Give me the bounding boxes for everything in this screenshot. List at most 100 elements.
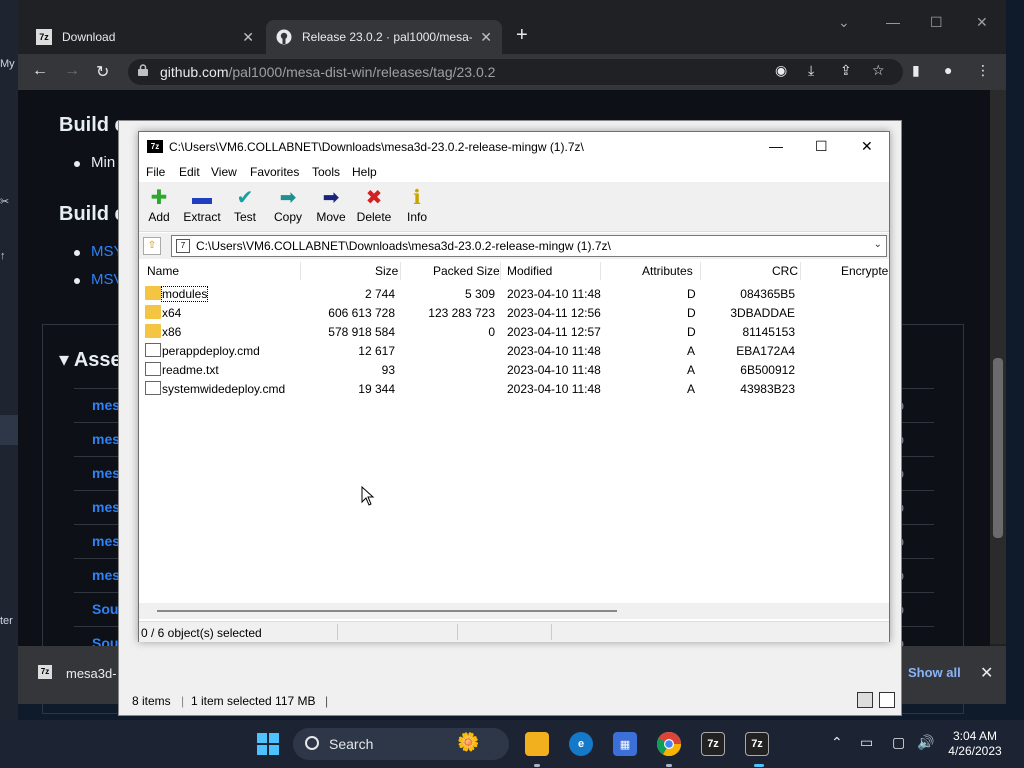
info-button[interactable]: ℹ Info (395, 186, 439, 224)
volume-icon[interactable]: 🔊 (917, 734, 934, 751)
file-row-systemwidedeploy[interactable]: systemwidedeploy.cmd 19 344 2023-04-10 1… (139, 379, 889, 398)
scroll-thumb[interactable] (993, 358, 1003, 538)
side-panel-icon[interactable]: ▮ (912, 62, 920, 79)
keyboard-icon[interactable]: ▭ (860, 734, 873, 751)
7zip-file-icon: 7z (38, 665, 52, 679)
col-size[interactable]: Size (375, 264, 398, 278)
file-row-readme[interactable]: readme.txt 93 2023-04-10 11:48 A 6B50091… (139, 360, 889, 379)
move-button[interactable]: ➡ Move (309, 186, 353, 224)
menu-file[interactable]: File (146, 165, 165, 179)
chevron-down-icon[interactable]: ⌄ (874, 239, 882, 250)
menu-view[interactable]: View (211, 165, 237, 179)
search-icon (305, 736, 319, 750)
tab-strip: 7z Download ✕ Release 23.0.2 · pal1000/m… (18, 0, 1006, 54)
page-scrollbar[interactable] (990, 90, 1006, 644)
tab-release[interactable]: Release 23.0.2 · pal1000/mesa-di ✕ (266, 20, 502, 54)
file-row-perappdeploy[interactable]: perappdeploy.cmd 12 617 2023-04-10 11:48… (139, 341, 889, 360)
tab-search-chevron-icon[interactable]: ⌄ (838, 14, 850, 31)
delete-x-icon: ✖ (365, 187, 383, 209)
close-tab-icon[interactable]: ✕ (480, 29, 492, 46)
tab-download[interactable]: 7z Download ✕ (26, 20, 264, 54)
extract-button[interactable]: ▬ Extract (180, 186, 224, 224)
desktop-fragment-top: My (0, 58, 15, 70)
taskbar-search[interactable]: Search 🌼 (293, 728, 509, 760)
menu-edit[interactable]: Edit (179, 165, 200, 179)
col-modified[interactable]: Modified (507, 264, 552, 278)
forward-arrow-icon[interactable]: → (64, 62, 80, 80)
test-button[interactable]: ✔ Test (223, 186, 267, 224)
file-row-modules[interactable]: modules 2 744 5 309 2023-04-10 11:48 D 0… (139, 284, 889, 303)
desktop-icon-fragment: ✂ (0, 196, 10, 208)
minimize-icon[interactable]: — (886, 14, 900, 30)
clock-date: 4/26/2023 (948, 744, 1002, 758)
show-all-button[interactable]: Show all (908, 665, 961, 680)
share-icon[interactable]: ⇪ (840, 62, 852, 79)
close-tab-icon[interactable]: ✕ (242, 29, 254, 46)
archive-icon: 7 (176, 239, 190, 253)
menu-help[interactable]: Help (352, 165, 377, 179)
7zip-taskbar-icon[interactable]: 7z (701, 732, 725, 756)
url-text: github.com/pal1000/mesa-dist-win/release… (160, 64, 496, 80)
menu-tools[interactable]: Tools (312, 165, 340, 179)
col-attributes[interactable]: Attributes (642, 264, 693, 278)
add-button[interactable]: ✚ Add (137, 186, 181, 224)
minimize-icon[interactable]: — (769, 138, 783, 154)
active-indicator (754, 764, 764, 767)
page-heading-build-env: Build e (59, 114, 126, 136)
check-icon: ✔ (236, 187, 254, 209)
reload-icon[interactable]: ↻ (96, 62, 109, 82)
file-explorer-icon[interactable] (525, 732, 549, 756)
mouse-cursor-icon (361, 486, 375, 506)
window-title: C:\Users\VM6.COLLABNET\Downloads\mesa3d-… (169, 140, 584, 154)
move-arrow-icon: ➡ (322, 187, 340, 209)
plus-icon: ✚ (150, 187, 168, 209)
delete-button[interactable]: ✖ Delete (352, 186, 396, 224)
bookmark-star-icon[interactable]: ☆ (872, 62, 885, 79)
network-icon[interactable]: ▢ (892, 734, 905, 751)
taskbar: Search 🌼 e ▦ 7z 7z ⌃ ▭ ▢ 🔊 3:04 AM 4/26/… (0, 720, 1024, 768)
col-encrypted[interactable]: Encrypte (841, 264, 888, 278)
profile-icon[interactable]: ● (944, 62, 952, 78)
clock[interactable]: 3:04 AM 4/26/2023 (940, 729, 1010, 759)
info-icon: ℹ (413, 187, 421, 209)
store-icon[interactable]: ▦ (613, 732, 637, 756)
close-window-icon[interactable]: ✕ (976, 14, 988, 31)
maximize-icon[interactable]: ☐ (930, 14, 943, 31)
7zip-window: 7z C:\Users\VM6.COLLABNET\Downloads\mesa… (138, 131, 890, 642)
7zip-taskbar-icon-active[interactable]: 7z (745, 732, 769, 756)
desktop-selected-fragment (0, 415, 18, 445)
window-titlebar[interactable]: 7z C:\Users\VM6.COLLABNET\Downloads\mesa… (139, 132, 889, 162)
back-window-status-bar: 8 items | 1 item selected 117 MB | (119, 687, 901, 715)
install-app-icon[interactable]: ⤓ (808, 62, 814, 79)
edge-icon[interactable]: e (569, 732, 593, 756)
preview-view-icon[interactable] (879, 692, 895, 708)
google-translate-icon[interactable]: ◉ (775, 62, 787, 79)
file-row-x64[interactable]: x64 606 613 728 123 283 723 2023-04-11 1… (139, 303, 889, 322)
horizontal-scrollbar[interactable] (139, 603, 889, 619)
close-download-bar-icon[interactable]: ✕ (980, 663, 993, 683)
menu-favorites[interactable]: Favorites (250, 165, 299, 179)
github-icon (276, 29, 292, 45)
text-file-icon (145, 362, 161, 376)
path-field[interactable]: 7 C:\Users\VM6.COLLABNET\Downloads\mesa3… (171, 235, 887, 257)
start-windows-icon[interactable] (256, 732, 280, 756)
col-crc[interactable]: CRC (772, 264, 798, 278)
chrome-icon[interactable] (657, 732, 681, 756)
chevron-up-icon[interactable]: ⌃ (831, 734, 843, 751)
folder-up-icon[interactable]: ⇧ (143, 237, 161, 255)
menu-kebab-icon[interactable]: ⋮ (976, 62, 990, 79)
folder-icon (145, 305, 161, 319)
scroll-thumb[interactable] (157, 610, 617, 612)
new-tab-icon[interactable]: + (516, 24, 528, 47)
file-row-x86[interactable]: x86 578 918 584 0 2023-04-11 12:57 D 811… (139, 322, 889, 341)
menu-bar: File Edit View Favorites Tools Help (139, 162, 889, 182)
details-view-icon[interactable] (857, 692, 873, 708)
close-window-icon[interactable]: ✕ (861, 138, 873, 155)
download-item-name[interactable]: mesa3d- (66, 666, 117, 681)
copy-button[interactable]: ➡ Copy (266, 186, 310, 224)
col-name[interactable]: Name (147, 264, 179, 278)
running-indicator (666, 764, 672, 767)
maximize-icon[interactable]: ☐ (815, 138, 828, 155)
back-arrow-icon[interactable]: ← (32, 62, 48, 80)
col-packed-size[interactable]: Packed Size (433, 264, 500, 278)
